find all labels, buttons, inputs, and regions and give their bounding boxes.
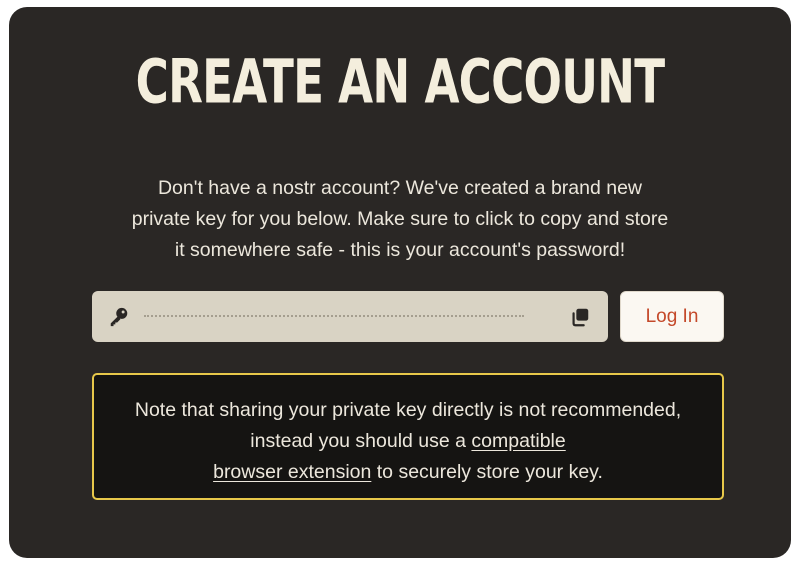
- intro-line-1: Don't have a nostr account? We've create…: [157, 177, 643, 199]
- page-title: CREATE AN ACCOUNT: [135, 46, 665, 118]
- note-text-after: to securely store your key.: [371, 461, 603, 483]
- log-in-button[interactable]: Log In: [620, 291, 724, 342]
- note-text-before: Note that sharing your private key direc…: [134, 399, 682, 452]
- create-account-modal: CREATE AN ACCOUNT Don't have a nostr acc…: [9, 7, 791, 558]
- intro-line-2: private key for you below. Make sure to …: [131, 208, 669, 230]
- private-key-field[interactable]: [92, 291, 608, 342]
- key-icon: [110, 307, 128, 327]
- security-note: Note that sharing your private key direc…: [92, 373, 724, 500]
- masked-key-value: [144, 315, 524, 320]
- intro-text: Don't have a nostr account? We've create…: [79, 173, 721, 266]
- browser-extension-link[interactable]: browser extension: [213, 461, 371, 483]
- compatible-link[interactable]: compatible: [471, 430, 565, 452]
- intro-line-3: it somewhere safe - this is your account…: [174, 239, 626, 261]
- note-text: Note that sharing your private key direc…: [124, 395, 692, 488]
- copy-icon[interactable]: [569, 306, 591, 328]
